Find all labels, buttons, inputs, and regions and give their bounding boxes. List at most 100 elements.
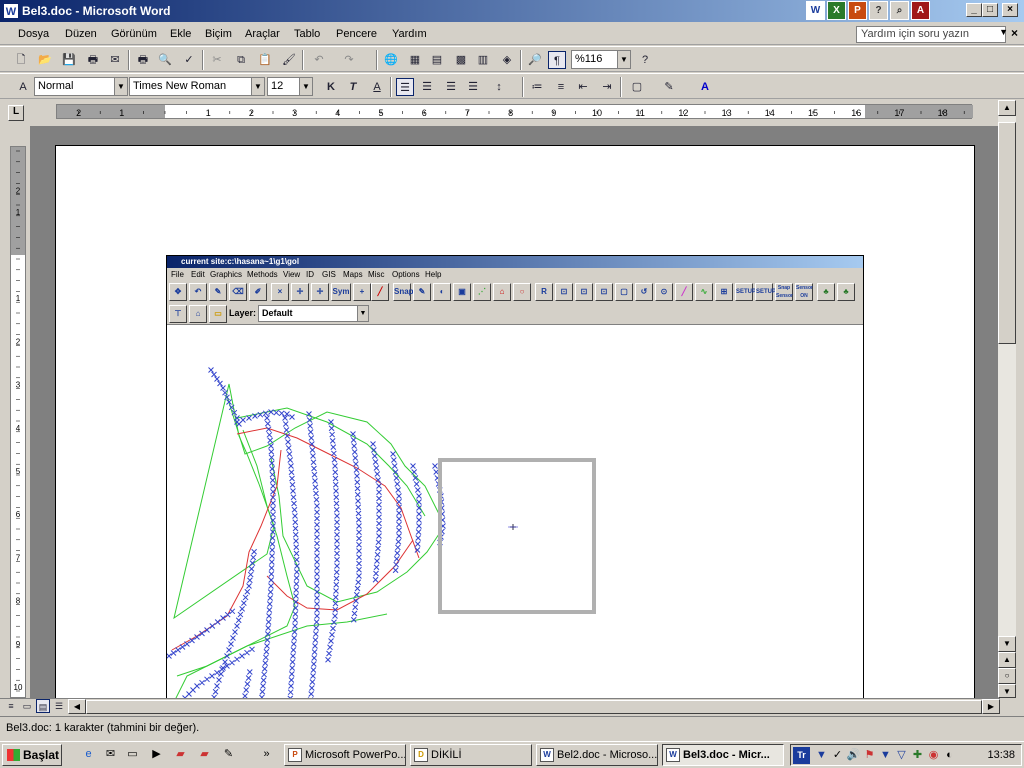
erase-tool-icon[interactable]: ⌫ — [229, 283, 247, 301]
show-hide-icon[interactable]: ¶ — [548, 51, 566, 69]
paste-icon[interactable]: 📋 — [256, 51, 274, 69]
previous-page-button[interactable]: ▲ — [998, 652, 1016, 668]
volume-icon[interactable]: 🔊 — [845, 747, 862, 764]
embedded-gis-screenshot[interactable]: current site:c:\hasana~1\g1\gol File Edi… — [166, 255, 864, 698]
clock[interactable]: 13:38 — [987, 749, 1015, 761]
print-icon[interactable]: 🖶 — [134, 51, 152, 69]
cut-icon[interactable]: ✂ — [208, 51, 226, 69]
brush-tool-icon[interactable]: ✎ — [413, 283, 431, 301]
decrease-indent-icon[interactable]: ⇤ — [574, 78, 592, 96]
chevron-down-icon[interactable]: ▼ — [114, 78, 127, 95]
next-page-button[interactable]: ▼ — [998, 684, 1016, 698]
snap-sensor-button[interactable]: Snap Sensor — [775, 283, 793, 301]
horizontal-scroll-thumb[interactable] — [86, 700, 982, 714]
embedded-menu-options[interactable]: Options — [392, 270, 420, 279]
close-button[interactable]: × — [1002, 3, 1018, 17]
menu-yardim[interactable]: Yardım — [392, 28, 427, 40]
media-player-icon[interactable]: ▶ — [148, 746, 165, 763]
lasso-tool-icon[interactable]: ○ — [513, 283, 531, 301]
grid-tool-icon[interactable]: ⋰ — [473, 283, 491, 301]
tray-network-icon[interactable]: ▽ — [893, 747, 910, 764]
embedded-menu-edit[interactable]: Edit — [191, 270, 205, 279]
outline-view-icon[interactable]: ☰ — [52, 699, 66, 713]
snap-tool-button[interactable]: Snap — [393, 283, 414, 301]
sensor-on-button[interactable]: Sensor ON — [795, 283, 813, 301]
tray-app-icon[interactable]: ⚑ — [861, 747, 878, 764]
styles-formatting-icon[interactable]: A — [14, 78, 32, 96]
bullets-icon[interactable]: ≡ — [552, 78, 570, 96]
tray-record-icon[interactable]: ◉ — [925, 747, 942, 764]
document-area[interactable]: current site:c:\hasana~1\g1\gol File Edi… — [30, 126, 998, 698]
start-button[interactable]: Başlat — [2, 744, 62, 766]
fill-tool-icon[interactable]: ◐ — [433, 283, 451, 301]
scroll-up-button[interactable]: ▲ — [998, 100, 1016, 116]
edit-tool-icon[interactable]: ✐ — [249, 283, 267, 301]
task-powerpoint[interactable]: P Microsoft PowerPo... — [284, 744, 406, 766]
embedded-menu-help[interactable]: Help — [425, 270, 441, 279]
network-tool-icon[interactable]: ⊞ — [715, 283, 733, 301]
align-center-icon[interactable]: ☰ — [418, 78, 436, 96]
help-dropdown-icon[interactable]: ▼ — [999, 27, 1008, 37]
embedded-menu-file[interactable]: File — [171, 270, 184, 279]
web-view-icon[interactable]: ▭ — [20, 699, 34, 713]
tab-selector[interactable]: L — [8, 105, 24, 121]
email-icon[interactable]: ✉ — [106, 51, 124, 69]
add-point-tool-icon[interactable]: + — [353, 283, 371, 301]
profile-tool-icon[interactable]: ╱ — [675, 283, 693, 301]
align-right-icon[interactable]: ☰ — [442, 78, 460, 96]
language-indicator-icon[interactable]: Tr — [793, 747, 810, 764]
save-icon[interactable]: 💾 — [60, 51, 78, 69]
embedded-menu-view[interactable]: View — [283, 270, 300, 279]
access-shortcut-icon[interactable]: A — [911, 1, 930, 20]
r-tool-button[interactable]: R — [535, 283, 553, 301]
maximize-button[interactable]: □ — [982, 3, 998, 17]
numbering-icon[interactable]: ≔ — [528, 78, 546, 96]
open-folder-icon[interactable]: 📂 — [36, 51, 54, 69]
vertical-scrollbar[interactable]: ▲ ▼ ▲ ○ ▼ — [998, 100, 1016, 698]
insert-excel-icon[interactable]: ▩ — [452, 51, 470, 69]
permission-icon[interactable]: 🖶 — [84, 51, 102, 69]
font-size-select[interactable]: 12 ▼ — [267, 77, 313, 96]
show-desktop-icon[interactable]: ▭ — [124, 746, 141, 763]
tray-misc-icon[interactable]: ◐ — [941, 747, 958, 764]
undo-tool-icon[interactable]: ↶ — [189, 283, 207, 301]
embedded-menu-maps[interactable]: Maps — [343, 270, 363, 279]
embedded-menu-methods[interactable]: Methods — [247, 270, 278, 279]
hyperlink-icon[interactable]: 🌐 — [382, 51, 400, 69]
italic-button[interactable]: T — [344, 78, 362, 96]
zoom-select[interactable]: %116 ▼ — [571, 50, 631, 69]
borders-icon[interactable]: ▢ — [628, 78, 646, 96]
tray-check-icon[interactable]: ✓ — [829, 747, 846, 764]
menu-ekle[interactable]: Ekle — [170, 28, 191, 40]
point-x-tool-icon[interactable]: × — [271, 283, 289, 301]
menu-pencere[interactable]: Pencere — [336, 28, 377, 40]
chevron-down-icon[interactable]: ▼ — [357, 306, 368, 321]
minimize-button[interactable]: _ — [966, 3, 982, 17]
help-icon[interactable]: ? — [636, 51, 654, 69]
chevron-down-icon[interactable]: ▼ — [251, 78, 264, 95]
print-preview-icon[interactable]: 🔍 — [156, 51, 174, 69]
normal-view-icon[interactable]: ≡ — [4, 699, 18, 713]
selection-rectangle[interactable] — [438, 458, 596, 614]
excel-shortcut-icon[interactable]: X — [827, 1, 846, 20]
surveyor-tool-icon[interactable]: ⊤ — [169, 305, 187, 323]
tray-antivirus-icon[interactable]: ✚ — [909, 747, 926, 764]
quick-launch-app-icon[interactable]: ▰ — [172, 746, 189, 763]
style-select[interactable]: Normal ▼ — [34, 77, 128, 96]
zoom-extent-tool-icon[interactable]: ▢ — [615, 283, 633, 301]
trees-tool-icon[interactable]: ♣ — [837, 283, 855, 301]
new-document-icon[interactable]: 🗋 — [12, 51, 30, 69]
font-color-icon[interactable]: A — [696, 78, 714, 96]
embedded-menu-gis[interactable]: GIS — [322, 270, 336, 279]
tray-shield-icon[interactable]: ▼ — [877, 747, 894, 764]
help-search-input[interactable]: Yardım için soru yazın — [856, 26, 1006, 43]
zoom-center-tool-icon[interactable]: ⊙ — [655, 283, 673, 301]
horizontal-scrollbar[interactable]: ≡ ▭ ▤ ☰ ◀ ▶ — [0, 698, 1000, 714]
house-tool-icon[interactable]: ⌂ — [493, 283, 511, 301]
columns-icon[interactable]: ▥ — [474, 51, 492, 69]
search-shortcut-icon[interactable]: ⌕ — [890, 1, 909, 20]
task-bel2-doc[interactable]: W Bel2.doc - Microso... — [536, 744, 658, 766]
justify-icon[interactable]: ☰ — [464, 78, 482, 96]
scroll-left-button[interactable]: ◀ — [68, 699, 86, 714]
graph-tool-icon[interactable]: ∿ — [695, 283, 713, 301]
